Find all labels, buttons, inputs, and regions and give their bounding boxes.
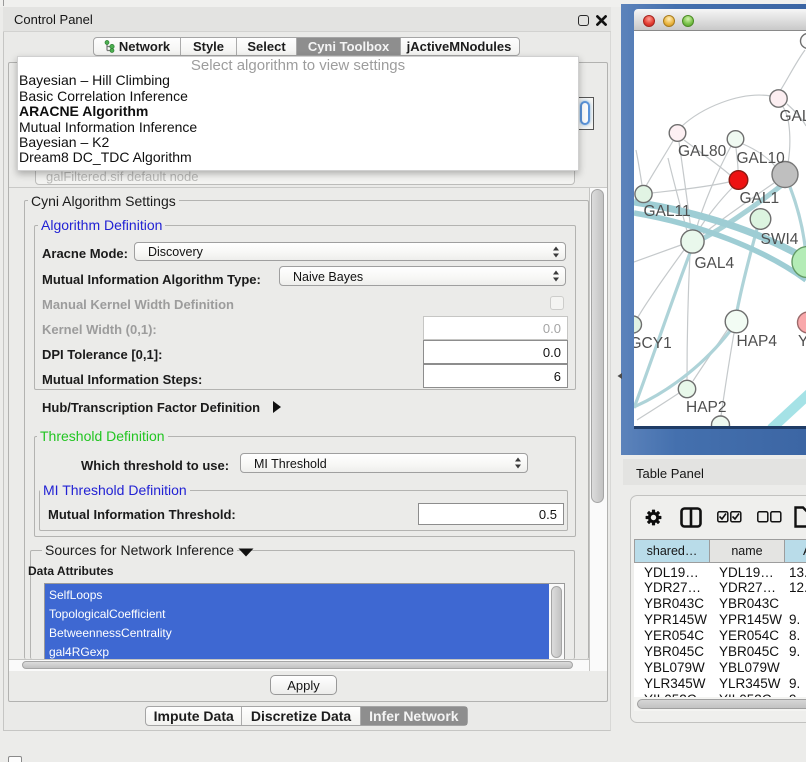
svg-text:GAL4: GAL4 [695, 255, 735, 272]
svg-text:Y: Y [798, 333, 806, 350]
svg-text:SWI4: SWI4 [761, 231, 799, 248]
svg-text:HAP4: HAP4 [737, 333, 778, 350]
svg-text:GAL11: GAL11 [644, 203, 691, 220]
svg-text:HAP2: HAP2 [686, 399, 727, 416]
svg-text:GAL10: GAL10 [737, 150, 786, 167]
svg-text:GAL1: GAL1 [740, 190, 780, 207]
svg-text:GAL80: GAL80 [678, 143, 727, 160]
svg-text:GAL2: GAL2 [780, 108, 806, 125]
svg-text:GCY1: GCY1 [634, 335, 672, 352]
